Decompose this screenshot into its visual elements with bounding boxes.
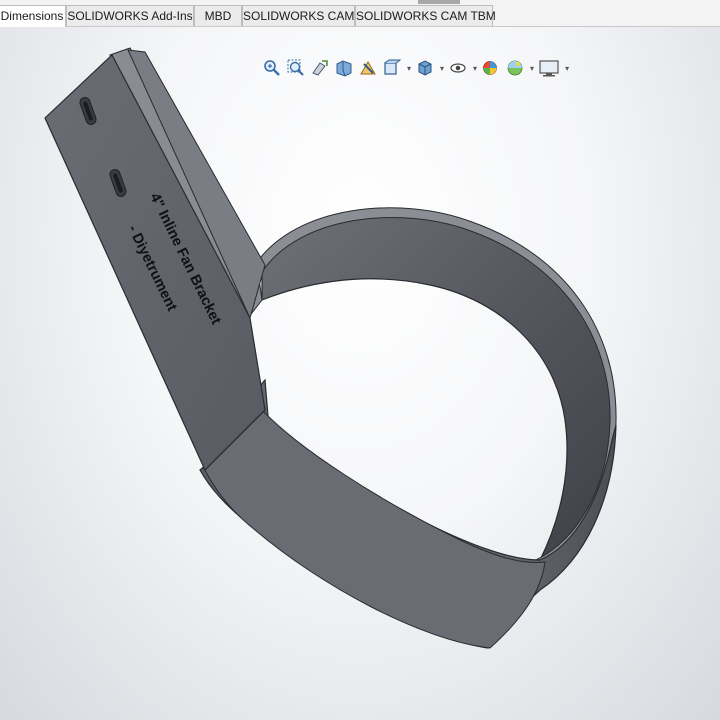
tab-dimensions[interactable]: Dimensions <box>0 5 66 27</box>
tab-solidworks-cam-tbm[interactable]: SOLIDWORKS CAM TBM <box>355 5 496 26</box>
tab-bar-handle[interactable] <box>418 0 460 4</box>
ring-front-face <box>204 409 546 649</box>
tab-solidworks-add-ins[interactable]: SOLIDWORKS Add-Ins <box>66 5 194 26</box>
graphics-viewport[interactable]: ▾ ▾ ▾ ▾ ▾ 4" Inline Fan Bracket - Diyetr… <box>0 27 720 720</box>
tab-mbd[interactable]: MBD <box>194 5 242 26</box>
command-manager-tab-bar: Dimensions SOLIDWORKS Add-Ins MBD SOLIDW… <box>0 0 720 27</box>
tab-solidworks-cam[interactable]: SOLIDWORKS CAM <box>242 5 355 26</box>
fan-bracket-model[interactable]: 4" Inline Fan Bracket - Diyetrument <box>0 27 720 720</box>
